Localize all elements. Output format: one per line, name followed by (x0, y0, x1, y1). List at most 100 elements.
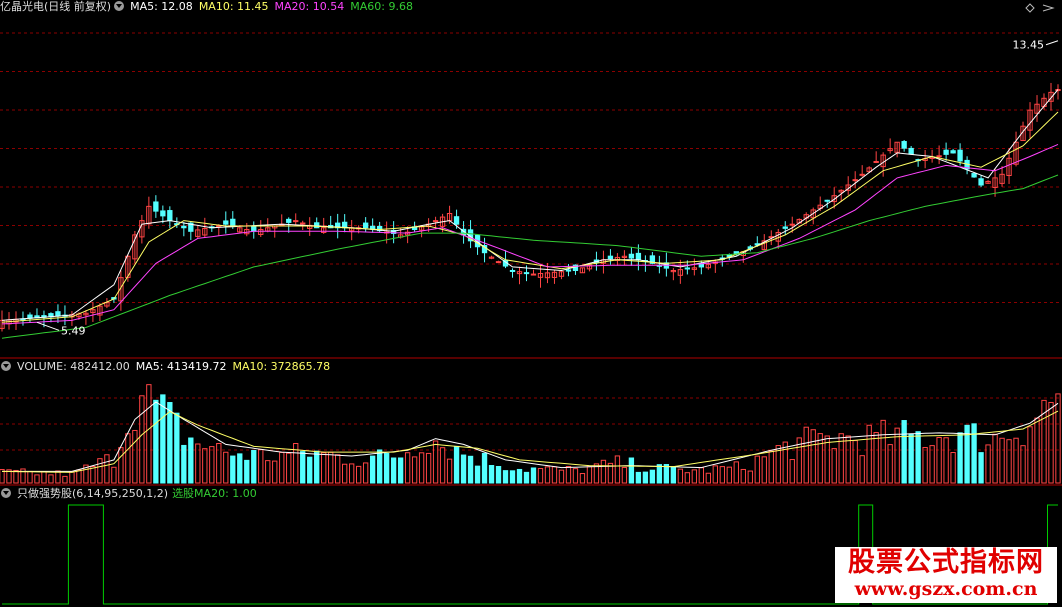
volume-bar (146, 384, 152, 484)
candle-body (293, 220, 299, 223)
volume-bar (537, 468, 544, 484)
volume-bar (41, 471, 47, 484)
volume-bar (188, 437, 194, 484)
volume-bar (104, 454, 110, 484)
candle-body (523, 272, 530, 275)
candle-body (873, 160, 879, 163)
volume-bar (1020, 445, 1026, 484)
volume-bar (425, 452, 432, 484)
candle-body (181, 225, 187, 229)
volume-bar (880, 419, 886, 484)
volume-bar (705, 472, 711, 484)
chevron-down-icon[interactable] (1, 488, 11, 498)
watermark-line2: www.gszx.com.cn (854, 578, 1038, 600)
volume-bar (139, 395, 145, 484)
volume-bar (621, 466, 628, 484)
volume-bar (684, 472, 691, 484)
ma20-legend: MA20: 10.54 (274, 0, 345, 13)
diamond-icon (1025, 3, 1035, 13)
candle-body (859, 173, 865, 176)
volume-bar (901, 420, 907, 484)
indicator-panel-header: 只做强势股(6,14,95,250,1,2) 选股MA20: 1.00 (0, 487, 263, 501)
volume-bar (167, 402, 173, 484)
low-marker-line (36, 321, 60, 331)
volume-bar (1006, 439, 1012, 484)
volume-bar (754, 455, 760, 484)
volume-bar (1027, 426, 1033, 484)
volume-bar (929, 445, 935, 484)
volume-bar (132, 429, 138, 484)
volume-bar (516, 468, 523, 484)
volume-bar (411, 456, 418, 484)
volume-bar (936, 436, 942, 484)
volume-bar (488, 465, 495, 484)
volume-bar (111, 466, 117, 484)
volume-bar (362, 462, 369, 484)
candle-body (300, 222, 306, 225)
volume-bar (321, 452, 327, 484)
candle-body (495, 261, 502, 264)
volume-bar (230, 455, 236, 484)
volume-bar (656, 464, 663, 484)
volume-bar (62, 475, 68, 484)
volume-bar (691, 469, 698, 484)
volume-bar (915, 431, 921, 484)
volume-bar (69, 471, 75, 484)
volume-bar (950, 452, 956, 484)
volume-bar (460, 454, 467, 484)
candle-body (153, 201, 159, 212)
volume-bar (223, 451, 229, 484)
volume-bar (27, 470, 33, 484)
candle-body (565, 269, 572, 272)
volume-bar (908, 433, 914, 484)
volume-bar (495, 466, 502, 484)
volume-bar (663, 464, 670, 484)
candle-body (530, 273, 537, 276)
volume-bar (314, 450, 320, 484)
kline-chart: 13.45 5.49 (0, 3, 1062, 605)
volume-bar (831, 448, 837, 484)
volume-bar (383, 453, 390, 484)
volume-bar (272, 460, 278, 484)
candle-body (782, 226, 788, 229)
volume-bar (1034, 417, 1040, 484)
volume-bar (544, 466, 551, 484)
candle-body (362, 222, 369, 229)
candle-body (901, 141, 907, 149)
chevron-down-icon[interactable] (1, 361, 11, 371)
chevron-down-icon[interactable] (114, 1, 125, 11)
volume-bar (125, 433, 131, 484)
volume-bar (747, 470, 753, 484)
candle-body (635, 252, 642, 261)
volume-bar (985, 444, 991, 484)
candle-body (167, 210, 173, 222)
volume-bar (572, 468, 579, 484)
volume-bar (628, 457, 635, 484)
candle-body (223, 220, 229, 225)
candle-body (971, 173, 977, 178)
candle-body (908, 147, 914, 155)
volume-bar (174, 412, 180, 484)
volume-bar (209, 446, 215, 484)
volume-bar (586, 466, 593, 484)
high-marker-line (1045, 40, 1059, 46)
volume-ma5-legend: MA5: 413419.72 (135, 360, 227, 373)
candle-body (230, 218, 236, 227)
volume-bar (817, 433, 823, 484)
volume-bar (244, 459, 250, 484)
volume-bar (328, 451, 334, 484)
volume-bar (992, 433, 998, 484)
volume-bar (258, 449, 264, 484)
volume-bar (957, 432, 963, 484)
volume-bar (978, 452, 984, 484)
volume-panel-header: VOLUME: 482412.00 MA5: 413419.72 MA10: 372… (0, 360, 336, 374)
candle-body (251, 226, 257, 232)
volume-bar (943, 437, 949, 484)
volume-bar (712, 465, 718, 484)
volume-bar (307, 456, 313, 484)
volume-bar (670, 466, 677, 484)
ma20-line (1, 143, 1059, 325)
volume-bar (845, 435, 851, 484)
volume-bar (649, 469, 656, 484)
volume-bar (1013, 437, 1019, 484)
